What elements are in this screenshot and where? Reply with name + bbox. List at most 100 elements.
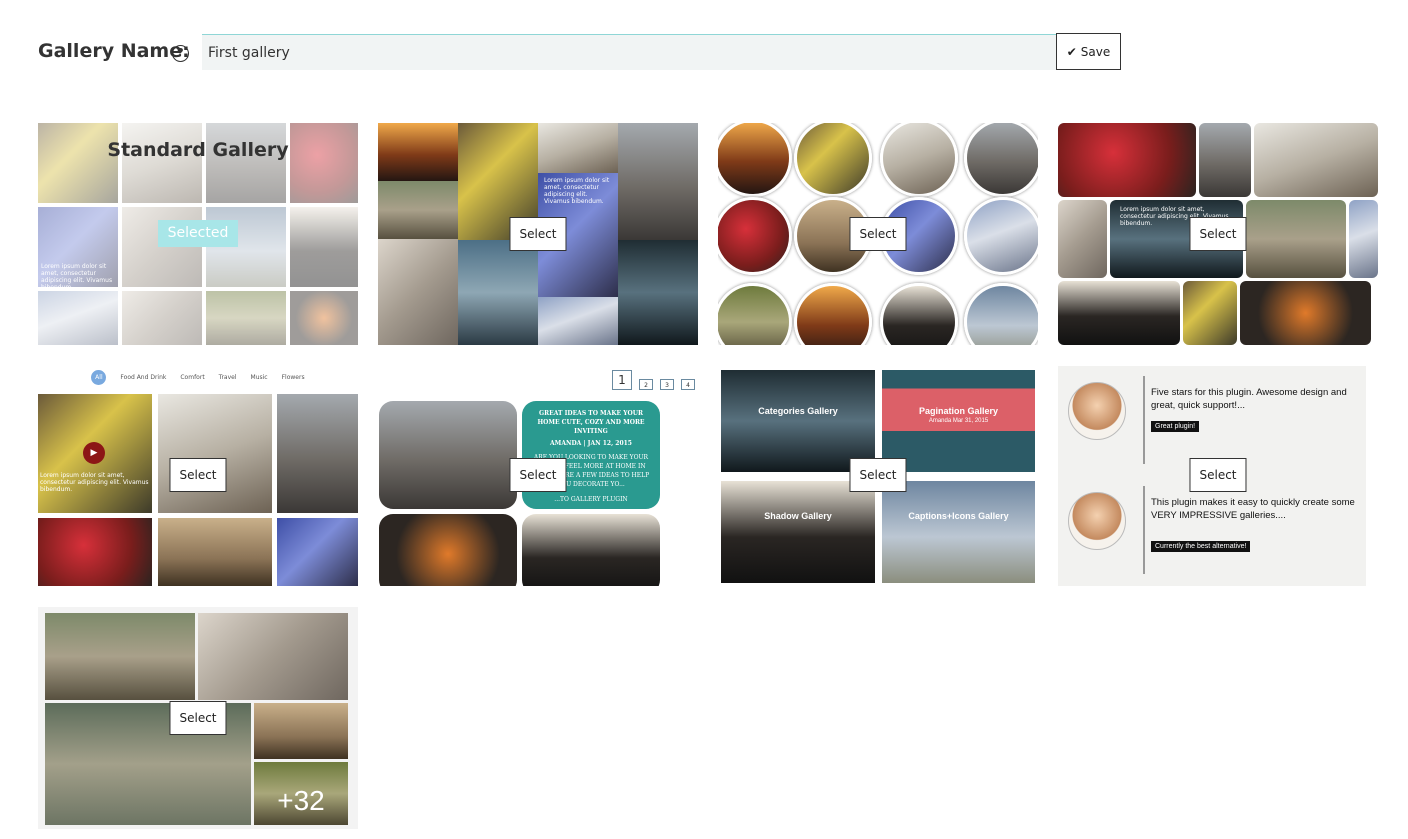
check-icon: ✔ bbox=[1066, 44, 1077, 59]
more-count: +32 bbox=[277, 785, 325, 816]
page-4[interactable]: 4 bbox=[681, 379, 695, 390]
thumb-image bbox=[378, 239, 458, 345]
thumb-caption: Lorem ipsum dolor sit amet, consectetur … bbox=[41, 263, 113, 291]
thumb-image bbox=[794, 123, 872, 197]
page-2[interactable]: 2 bbox=[639, 379, 653, 390]
filter-comfort[interactable]: Comfort bbox=[180, 374, 204, 381]
category-label: Categories Gallery bbox=[758, 406, 838, 416]
thumb-image bbox=[254, 703, 348, 759]
thumb-image bbox=[1183, 281, 1237, 345]
thumb-image bbox=[38, 123, 118, 203]
thumb-image bbox=[964, 123, 1038, 197]
thumb-image: Captions+Icons Gallery bbox=[882, 481, 1035, 583]
thumb-image bbox=[206, 291, 286, 345]
gallery-template-rounded[interactable]: Lorem ipsum dolor sit amet, consectetur … bbox=[1058, 123, 1378, 345]
thumb-caption: Lorem ipsum dolor sit amet, consectetur … bbox=[544, 177, 610, 205]
gallery-template-mosaic[interactable]: Lorem ipsum dolor sit amet, consectetur … bbox=[378, 123, 698, 345]
filter-flowers[interactable]: Flowers bbox=[282, 374, 305, 381]
thumb-image bbox=[1058, 123, 1196, 197]
select-button[interactable]: Select bbox=[169, 701, 227, 735]
thumb-image bbox=[277, 394, 358, 513]
gallery-name-label: Gallery Name: bbox=[38, 40, 190, 62]
help-icon[interactable]: ? bbox=[172, 45, 189, 62]
thumb-image bbox=[1240, 281, 1371, 345]
gallery-name-input[interactable] bbox=[202, 34, 1056, 70]
thumb-image: Categories Gallery bbox=[721, 370, 875, 472]
post-date: AMANDA | JAN 12, 2015 bbox=[550, 440, 632, 447]
testimonial-text: Five stars for this plugin. Awesome desi… bbox=[1151, 387, 1347, 411]
thumb-image bbox=[794, 283, 872, 345]
thumb-image bbox=[158, 394, 272, 513]
thumb-image bbox=[880, 123, 958, 197]
thumb-image bbox=[45, 613, 195, 700]
thumb-image bbox=[38, 518, 152, 586]
thumb-image bbox=[1349, 200, 1378, 278]
testimonial-text: This plugin makes it easy to quickly cre… bbox=[1151, 497, 1355, 521]
select-button[interactable]: Select bbox=[849, 217, 907, 251]
thumb-caption: Lorem ipsum dolor sit amet, consectetur … bbox=[40, 472, 149, 493]
thumb-image bbox=[1254, 123, 1378, 197]
select-button[interactable]: Select bbox=[849, 458, 907, 492]
gallery-template-more[interactable]: +32 Select bbox=[38, 607, 358, 829]
thumb-image bbox=[1058, 200, 1107, 278]
thumb-image bbox=[290, 207, 358, 287]
thumb-image bbox=[158, 518, 272, 586]
thumb-image: Lorem ipsum dolor sit amet, consectetur … bbox=[38, 207, 118, 291]
testimonial-badge: Great plugin! bbox=[1151, 421, 1200, 432]
thumb-image bbox=[122, 291, 202, 345]
thumb-image bbox=[290, 123, 358, 203]
thumb-image bbox=[1058, 281, 1180, 345]
thumb-image bbox=[880, 283, 958, 345]
filter-all[interactable]: All bbox=[91, 369, 107, 385]
thumb-image bbox=[522, 514, 660, 586]
play-icon: ▶ bbox=[83, 442, 105, 464]
category-label: Pagination Gallery bbox=[918, 406, 999, 416]
divider bbox=[1143, 376, 1145, 464]
page-1[interactable]: 1 bbox=[612, 370, 632, 390]
selected-badge: Selected bbox=[158, 220, 238, 247]
pagination: 1 2 3 4 bbox=[612, 370, 695, 390]
thumb-image bbox=[718, 197, 792, 275]
testimonial-badge: Currently the best alternative! bbox=[1151, 541, 1251, 552]
template-title: Standard Gallery bbox=[107, 139, 289, 161]
post-card: GREAT IDEAS TO MAKE YOUR HOME CUTE, COZY… bbox=[522, 401, 660, 509]
page-3[interactable]: 3 bbox=[660, 379, 674, 390]
thumb-image bbox=[618, 123, 698, 240]
filter-food[interactable]: Food And Drink bbox=[120, 374, 166, 381]
gallery-template-circles[interactable]: Select bbox=[718, 123, 1038, 345]
post-title: GREAT IDEAS TO MAKE YOUR HOME CUTE, COZY… bbox=[537, 410, 645, 435]
thumb-image bbox=[206, 207, 286, 287]
select-button[interactable]: Select bbox=[509, 217, 567, 251]
select-button[interactable]: Select bbox=[509, 458, 567, 492]
select-button[interactable]: Select bbox=[1189, 217, 1247, 251]
thumb-image bbox=[458, 240, 538, 345]
select-button[interactable]: Select bbox=[169, 458, 227, 492]
thumb-image bbox=[38, 291, 118, 345]
thumb-image bbox=[964, 283, 1038, 345]
save-label: Save bbox=[1080, 44, 1111, 59]
avatar bbox=[1068, 382, 1126, 440]
thumb-image bbox=[1246, 200, 1346, 278]
post-footer: ...TO GALLERY PLUGIN bbox=[554, 496, 628, 503]
category-label: Shadow Gallery bbox=[764, 511, 832, 521]
thumb-image bbox=[964, 197, 1038, 275]
thumb-image bbox=[379, 401, 517, 509]
save-button[interactable]: ✔ Save bbox=[1056, 33, 1121, 70]
gallery-template-testimonials[interactable]: Five stars for this plugin. Awesome desi… bbox=[1058, 364, 1378, 586]
thumb-image bbox=[538, 297, 618, 345]
thumb-image bbox=[277, 518, 358, 586]
thumb-image: Shadow Gallery bbox=[721, 481, 875, 583]
select-button[interactable]: Select bbox=[1189, 458, 1247, 492]
gallery-template-paginated[interactable]: 1 2 3 4 GREAT IDEAS TO MAKE YOUR HOME CU… bbox=[378, 364, 698, 586]
filter-music[interactable]: Music bbox=[251, 374, 268, 381]
divider bbox=[1143, 486, 1145, 574]
filter-travel[interactable]: Travel bbox=[219, 374, 237, 381]
gallery-template-standard[interactable]: Lorem ipsum dolor sit amet, consectetur … bbox=[38, 123, 358, 345]
filter-bar: All Food And Drink Comfort Travel Music … bbox=[38, 364, 358, 390]
category-label: Captions+Icons Gallery bbox=[908, 511, 1009, 521]
gallery-template-filterable[interactable]: All Food And Drink Comfort Travel Music … bbox=[38, 364, 358, 586]
gallery-template-categories[interactable]: Categories Gallery Pagination Gallery Am… bbox=[718, 364, 1038, 586]
thumb-image bbox=[378, 123, 458, 181]
thumb-image: +32 bbox=[254, 762, 348, 825]
thumb-image: Pagination Gallery Amanda Mar 31, 2015 bbox=[882, 370, 1035, 472]
